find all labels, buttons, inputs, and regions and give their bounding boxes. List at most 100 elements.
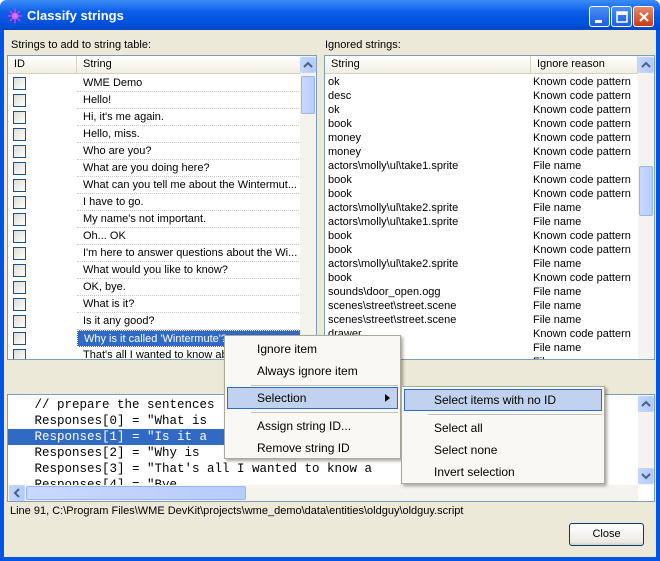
row-string-cell: ok <box>328 76 340 88</box>
row-checkbox[interactable] <box>13 196 26 209</box>
row-checkbox[interactable] <box>13 128 26 141</box>
row-reason-cell: Known code pattern <box>533 90 631 102</box>
table-row[interactable]: Is it any good? <box>8 313 300 330</box>
table-row[interactable]: My name's not important. <box>8 211 300 228</box>
row-string-cell: Who are you? <box>77 143 300 160</box>
minimize-button[interactable] <box>589 6 610 27</box>
strings-list-scrollbar[interactable] <box>300 56 316 359</box>
table-row[interactable]: What are you doing here? <box>8 160 300 177</box>
scroll-up-button[interactable] <box>638 57 654 73</box>
row-checkbox[interactable] <box>13 179 26 192</box>
table-row[interactable]: money Known code pattern <box>325 131 638 145</box>
row-string-cell: I'm here to answer questions about the W… <box>77 245 300 262</box>
table-row[interactable]: OK, bye. <box>8 279 300 296</box>
row-reason-cell: File name <box>531 355 636 359</box>
table-row[interactable]: desc Known code pattern <box>325 89 638 103</box>
table-row[interactable]: Hello, miss. <box>8 126 300 143</box>
close-window-button[interactable] <box>633 6 654 27</box>
row-checkbox[interactable] <box>13 145 26 158</box>
row-string-cell: WME Demo <box>77 75 300 92</box>
close-button[interactable]: Close <box>569 523 644 546</box>
menu-item-select-no-id[interactable]: Select items with no ID <box>404 389 602 411</box>
scroll-thumb[interactable] <box>301 76 315 114</box>
scroll-thumb[interactable] <box>26 486 246 500</box>
editor-vertical-scrollbar[interactable] <box>638 395 654 485</box>
scroll-down-button[interactable] <box>638 468 654 484</box>
column-string[interactable]: String <box>325 56 531 74</box>
row-reason-cell: File name <box>533 286 582 298</box>
row-checkbox[interactable] <box>13 94 26 107</box>
maximize-button[interactable] <box>611 6 632 27</box>
scroll-thumb[interactable] <box>639 166 653 216</box>
table-row[interactable]: book Known code pattern <box>325 229 638 243</box>
row-id-cell <box>8 211 76 228</box>
menu-item-select-none[interactable]: Select none <box>404 439 602 461</box>
editor-horizontal-scrollbar[interactable] <box>8 485 638 501</box>
table-row[interactable]: money Known code pattern <box>325 145 638 159</box>
status-line: Line 91, C:\Program Files\WME DevKit\pro… <box>10 505 464 517</box>
scroll-up-button[interactable] <box>300 57 316 73</box>
table-row[interactable]: ok Known code pattern <box>325 75 638 89</box>
table-row[interactable]: book Known code pattern <box>325 243 638 257</box>
column-ignore-reason[interactable]: Ignore reason <box>531 56 638 74</box>
table-row[interactable]: I'm here to answer questions about the W… <box>8 245 300 262</box>
table-row[interactable]: WME Demo <box>8 75 300 92</box>
row-string-cell: ok <box>328 104 340 116</box>
table-row[interactable]: ok Known code pattern <box>325 103 638 117</box>
row-checkbox[interactable] <box>13 162 26 175</box>
menu-item-assign-string-id[interactable]: Assign string ID... <box>227 415 398 437</box>
table-row[interactable]: scenes\street\street.scene File name <box>325 299 638 313</box>
row-checkbox[interactable] <box>13 332 26 345</box>
row-id-cell <box>8 313 76 330</box>
row-checkbox[interactable] <box>13 111 26 124</box>
row-checkbox[interactable] <box>13 349 26 359</box>
table-row[interactable]: What would you like to know? <box>8 262 300 279</box>
table-row[interactable]: book Known code pattern <box>325 117 638 131</box>
column-id[interactable]: ID <box>8 56 77 74</box>
scroll-up-button[interactable] <box>638 396 654 412</box>
table-row[interactable]: actors\molly\ul\take2.sprite File name <box>325 201 638 215</box>
strings-to-add-list[interactable]: ID String WME Demo Hello! Hi, it's me agai… <box>7 55 317 360</box>
menu-item-invert-selection[interactable]: Invert selection <box>404 461 602 483</box>
table-row[interactable]: Hello! <box>8 92 300 109</box>
table-row[interactable]: Who are you? <box>8 143 300 160</box>
row-checkbox[interactable] <box>13 264 26 277</box>
table-row[interactable]: actors\molly\ul\take2.sprite File name <box>325 257 638 271</box>
table-row[interactable]: scenes\street\street.scene File name <box>325 313 638 327</box>
table-row[interactable]: What is it? <box>8 296 300 313</box>
ignored-strings-list[interactable]: String Ignore reason ok Known code patter… <box>324 55 655 360</box>
title-bar[interactable]: Classify strings <box>0 0 660 30</box>
row-id-cell <box>8 143 76 160</box>
menu-item-always-ignore[interactable]: Always ignore item <box>227 360 398 382</box>
table-row[interactable]: sounds\door_open.ogg File name <box>325 285 638 299</box>
table-row[interactable]: Oh... OK <box>8 228 300 245</box>
table-row[interactable]: book Known code pattern <box>325 271 638 285</box>
row-reason-cell: Known code pattern <box>533 174 631 186</box>
table-row[interactable]: book Known code pattern <box>325 187 638 201</box>
menu-item-remove-string-id[interactable]: Remove string ID <box>227 437 398 459</box>
menu-item-ignore[interactable]: Ignore item <box>227 338 398 360</box>
table-row[interactable]: actors\molly\ul\take1.sprite File name <box>325 215 638 229</box>
row-checkbox[interactable] <box>13 230 26 243</box>
row-checkbox[interactable] <box>13 298 26 311</box>
scroll-left-button[interactable] <box>9 485 25 501</box>
table-row[interactable]: I have to go. <box>8 194 300 211</box>
row-id-cell <box>8 194 76 211</box>
row-checkbox[interactable] <box>13 315 26 328</box>
table-row[interactable]: actors\molly\ul\take1.sprite File name <box>325 159 638 173</box>
table-row[interactable]: What can you tell me about the Wintermut… <box>8 177 300 194</box>
row-checkbox[interactable] <box>13 281 26 294</box>
table-row[interactable]: book Known code pattern <box>325 173 638 187</box>
menu-item-select-all[interactable]: Select all <box>404 417 602 439</box>
row-checkbox[interactable] <box>13 77 26 90</box>
ignored-list-scrollbar[interactable] <box>638 56 654 359</box>
table-row[interactable]: Hi, it's me again. <box>8 109 300 126</box>
row-checkbox[interactable] <box>13 213 26 226</box>
row-reason-cell: Known code pattern <box>533 146 631 158</box>
row-reason-cell: File name <box>533 342 582 354</box>
menu-item-selection[interactable]: Selection <box>227 387 398 409</box>
row-string-cell: scenes\street\street.scene <box>328 314 457 326</box>
column-string[interactable]: String <box>77 56 301 74</box>
row-checkbox[interactable] <box>13 247 26 260</box>
row-id-cell <box>8 330 76 347</box>
